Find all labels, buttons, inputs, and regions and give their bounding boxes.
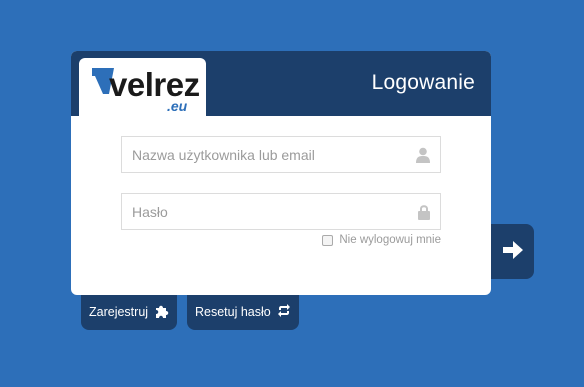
logo-suffix: .eu xyxy=(167,98,188,114)
user-icon xyxy=(416,147,430,163)
login-screen: Zarejestruj Resetuj hasło Logowanie velr… xyxy=(0,0,584,387)
remember-me-checkbox[interactable] xyxy=(322,234,334,246)
lock-icon xyxy=(418,205,430,220)
password-input[interactable] xyxy=(122,194,440,229)
remember-me-label: Nie wylogowuj mnie xyxy=(339,234,441,246)
logo-text: velrez xyxy=(109,66,200,103)
username-input[interactable] xyxy=(122,137,440,172)
remember-me[interactable]: Nie wylogowuj mnie xyxy=(322,234,441,246)
logo: velrez .eu xyxy=(79,58,206,120)
arrow-right-icon xyxy=(503,241,523,259)
puzzle-icon xyxy=(156,305,169,318)
username-field[interactable] xyxy=(121,136,441,173)
login-card: Logowanie velrez .eu Nie wylog xyxy=(71,51,491,295)
register-label: Zarejestruj xyxy=(89,305,149,319)
reset-password-label: Resetuj hasło xyxy=(195,305,271,319)
password-field[interactable] xyxy=(121,193,441,230)
page-title: Logowanie xyxy=(371,71,475,94)
refresh-icon xyxy=(278,304,290,317)
